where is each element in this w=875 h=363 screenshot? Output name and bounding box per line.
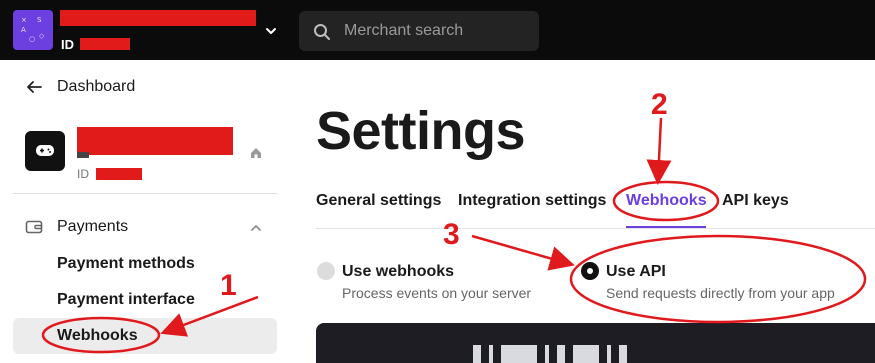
option-title-use-webhooks: Use webhooks (342, 263, 455, 280)
radio-use-api[interactable] (581, 262, 599, 280)
sidebar-section-payments[interactable]: Payments (25, 218, 128, 236)
arrow-to-use-api (471, 234, 575, 271)
arrow-left-icon (27, 81, 42, 93)
gamepad-icon (36, 145, 54, 156)
app-id-redacted (96, 168, 142, 180)
annotation-number-3: 3 (443, 218, 460, 251)
app-name-fragment (77, 152, 89, 158)
section-label: Payments (57, 218, 129, 235)
logo-glyph: × (21, 16, 27, 24)
tab-general-settings[interactable]: General settings (316, 192, 441, 210)
sidebar-divider (13, 193, 277, 194)
search-input[interactable] (344, 11, 534, 51)
tab-integration-settings[interactable]: Integration settings (458, 192, 606, 210)
top-bar: × S A ○ ◇ ID (0, 0, 875, 60)
logo-glyph: S (37, 16, 42, 24)
merchant-id-label: ID (61, 37, 74, 52)
gamepad-app-icon (25, 131, 65, 171)
sidebar-item-payment-methods[interactable]: Payment methods (57, 255, 195, 273)
merchant-id-redacted (80, 38, 130, 50)
back-label: Dashboard (57, 78, 136, 95)
back-to-dashboard[interactable]: Dashboard (25, 76, 135, 98)
tabs-divider (316, 228, 875, 229)
option-desc-use-webhooks: Process events on your server (342, 285, 532, 301)
chevron-up-icon[interactable] (250, 223, 262, 233)
sidebar-active-highlight (13, 318, 277, 354)
radio-use-webhooks[interactable] (317, 262, 335, 280)
annotation-number-1: 1 (220, 269, 237, 302)
panel-heading-cropped (473, 345, 673, 363)
logo-glyph: A (21, 26, 26, 34)
wallet-icon (25, 220, 43, 234)
active-tab-indicator (626, 226, 706, 228)
sidebar-item-payment-interface[interactable]: Payment interface (57, 291, 195, 309)
tab-webhooks[interactable]: Webhooks (626, 192, 707, 210)
app-id-label: ID (77, 167, 89, 181)
sidebar-item-webhooks[interactable]: Webhooks (57, 327, 138, 345)
search-icon (314, 24, 330, 40)
option-desc-use-api: Send requests directly from your app (606, 285, 835, 301)
annotation-number-2: 2 (651, 88, 668, 121)
logo-glyph: ○ (29, 35, 36, 43)
merchant-search[interactable] (299, 11, 539, 51)
chevron-down-icon[interactable] (264, 24, 278, 38)
page-title: Settings (316, 101, 526, 161)
merchant-name-redacted (60, 10, 256, 26)
home-icon[interactable] (249, 146, 263, 160)
logo-glyph: ◇ (39, 32, 45, 40)
info-panel (316, 323, 875, 363)
option-title-use-api: Use API (606, 263, 666, 280)
app-name-redacted (77, 127, 233, 155)
arrow-to-tab-webhooks (646, 117, 672, 185)
merchant-logo[interactable]: × S A ○ ◇ (13, 10, 53, 50)
tab-api-keys[interactable]: API keys (722, 192, 789, 210)
